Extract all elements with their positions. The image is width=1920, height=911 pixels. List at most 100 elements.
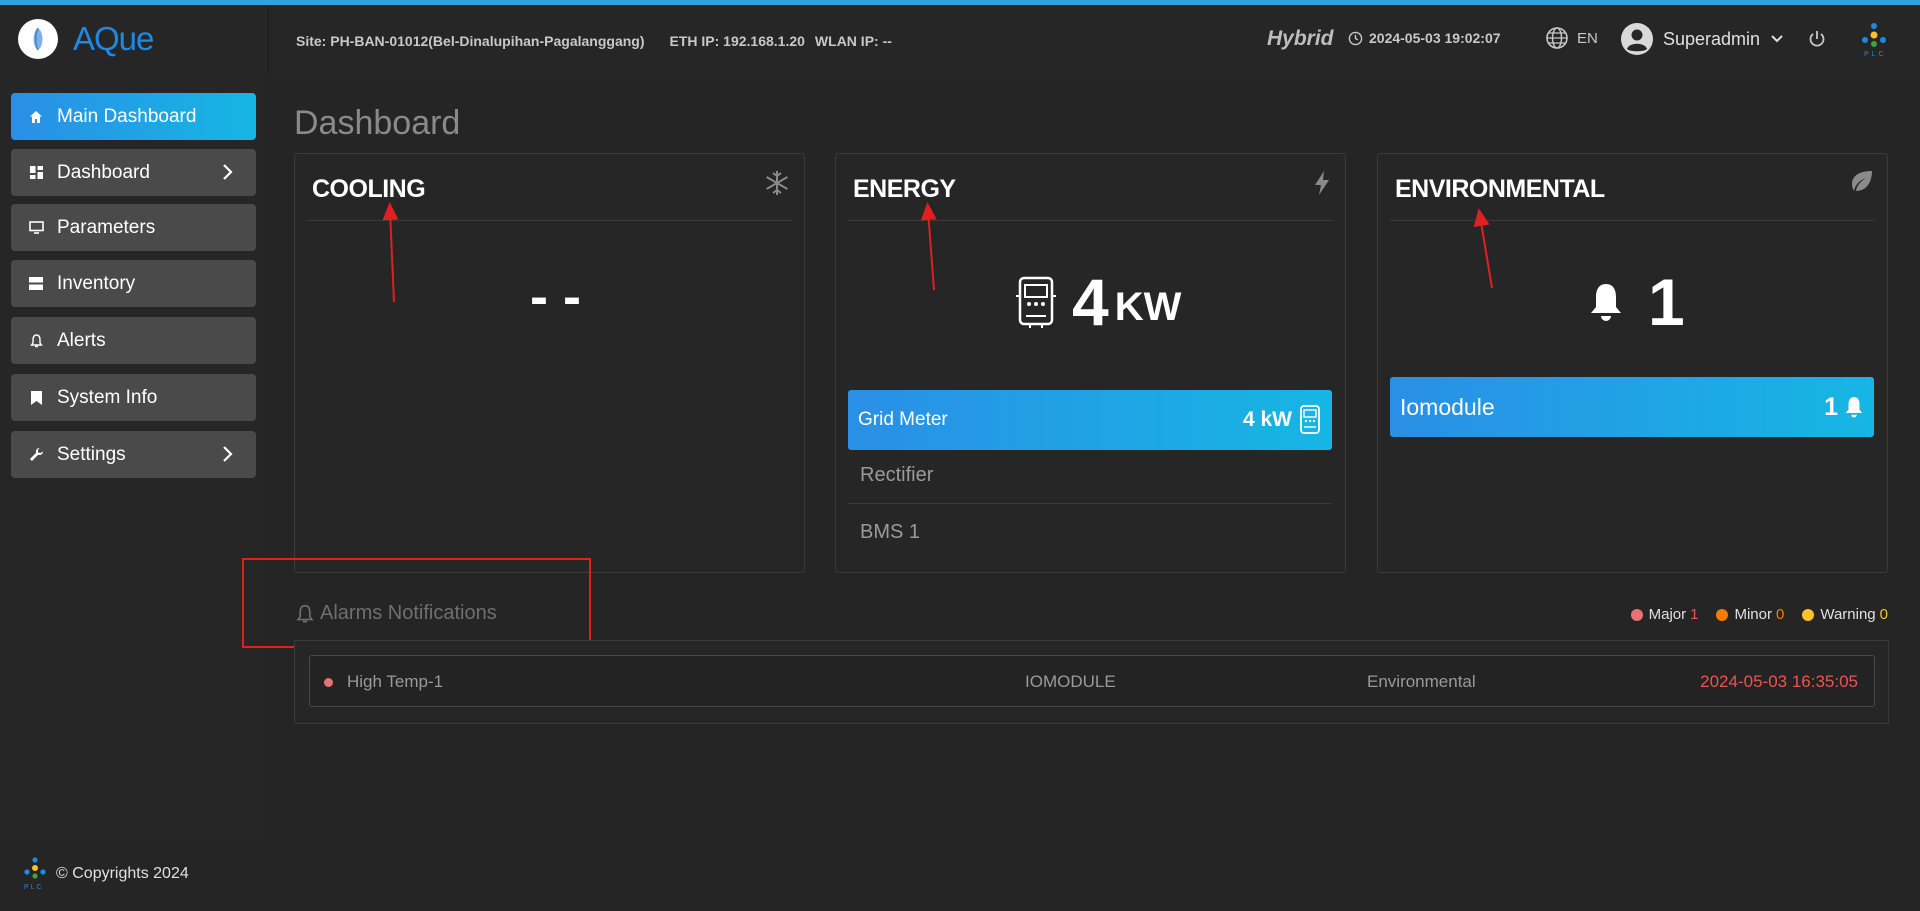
svg-text:PLC: PLC bbox=[24, 884, 44, 891]
brand-logo[interactable]: AQue bbox=[18, 19, 154, 59]
user-avatar-icon bbox=[1621, 23, 1653, 55]
energy-card[interactable]: ENERGY 4 KW Grid Meter 4 kW Rectifier BM… bbox=[835, 153, 1346, 573]
major-dot bbox=[1630, 608, 1643, 621]
meter-icon bbox=[1016, 276, 1056, 328]
alarm-name: High Temp-1 bbox=[347, 672, 444, 691]
wrench-icon bbox=[27, 446, 45, 464]
card-divider bbox=[848, 220, 1333, 221]
header-divider bbox=[268, 5, 269, 74]
sidebar-item-parameters[interactable]: Parameters bbox=[11, 204, 256, 251]
site-info: Site: PH-BAN-01012(Bel-Dinalupihan-Pagal… bbox=[296, 33, 892, 49]
home-icon bbox=[27, 108, 45, 126]
user-menu[interactable]: Superadmin bbox=[1621, 23, 1784, 55]
legend-count: 1 bbox=[1690, 606, 1699, 623]
monitor-icon bbox=[27, 219, 45, 237]
clock-icon bbox=[1348, 31, 1363, 45]
user-name: Superadmin bbox=[1663, 28, 1761, 49]
legend-major[interactable]: Major 1 bbox=[1630, 606, 1699, 623]
sidebar-item-label: Dashboard bbox=[57, 161, 150, 183]
eth-ip: ETH IP: 192.168.1.20 bbox=[669, 33, 805, 49]
plc-caption: PLC bbox=[1864, 51, 1887, 58]
site-label: Site: PH-BAN-01012(Bel-Dinalupihan-Pagal… bbox=[296, 33, 645, 49]
leaf-icon bbox=[1851, 170, 1873, 197]
chevron-right-icon bbox=[223, 446, 233, 462]
chevron-down-icon bbox=[1771, 35, 1783, 43]
sidebar-item-alerts[interactable]: Alerts bbox=[11, 317, 256, 364]
row-label: Grid Meter bbox=[858, 409, 948, 430]
sidebar: Main Dashboard Dashboard Parameters Inve… bbox=[0, 74, 264, 841]
card-title: ENVIRONMENTAL bbox=[1395, 175, 1605, 203]
legend-count: 0 bbox=[1776, 606, 1785, 623]
bell-icon bbox=[1845, 397, 1863, 418]
sidebar-item-dashboard[interactable]: Dashboard bbox=[11, 149, 256, 196]
footer: PLC © Copyrights 2024 bbox=[22, 856, 189, 892]
environmental-value: 1 bbox=[1588, 264, 1685, 340]
page-title: Dashboard bbox=[294, 104, 461, 142]
card-title: ENERGY bbox=[853, 175, 956, 203]
alarm-list: High Temp-1 IOMODULE Environmental 2024-… bbox=[294, 640, 1889, 724]
legend-label: Warning bbox=[1820, 606, 1876, 623]
warning-dot bbox=[1802, 608, 1815, 621]
meter-icon bbox=[1300, 405, 1320, 434]
environmental-card[interactable]: ENVIRONMENTAL 1 Iomodule 1 bbox=[1377, 153, 1888, 573]
severity-dot bbox=[324, 678, 333, 687]
brand-name: AQue bbox=[73, 20, 154, 57]
mode-label: Hybrid bbox=[1267, 27, 1334, 50]
annotation-highlight-box bbox=[242, 558, 591, 648]
bell-icon bbox=[1591, 284, 1621, 321]
sidebar-item-label: Inventory bbox=[57, 272, 136, 294]
sidebar-item-main-dashboard[interactable]: Main Dashboard bbox=[11, 93, 256, 140]
power-button[interactable] bbox=[1808, 29, 1826, 54]
card-title: COOLING bbox=[312, 175, 426, 203]
row-value: 1 bbox=[1824, 393, 1864, 422]
card-divider bbox=[1390, 220, 1875, 221]
sidebar-item-inventory[interactable]: Inventory bbox=[11, 260, 256, 307]
bookmark-icon bbox=[27, 389, 45, 407]
clock: 2024-05-03 19:02:07 bbox=[1348, 30, 1501, 46]
plc-logo-icon: PLC bbox=[24, 857, 46, 891]
row-label: Iomodule bbox=[1400, 393, 1495, 420]
alarm-category: Environmental bbox=[1367, 672, 1476, 691]
sidebar-item-system-info[interactable]: System Info bbox=[11, 374, 256, 421]
sidebar-item-label: Settings bbox=[57, 443, 126, 465]
bolt-icon bbox=[1313, 170, 1331, 201]
sidebar-item-label: Parameters bbox=[57, 216, 156, 238]
energy-unit: KW bbox=[1114, 284, 1182, 329]
sidebar-item-settings[interactable]: Settings bbox=[11, 431, 256, 478]
wlan-ip: WLAN IP: -- bbox=[814, 33, 892, 49]
sidebar-item-label: System Info bbox=[57, 386, 158, 408]
alarm-row[interactable]: High Temp-1 IOMODULE Environmental 2024-… bbox=[309, 655, 1875, 707]
server-icon bbox=[27, 275, 45, 293]
logo-mark-icon bbox=[18, 19, 58, 59]
cooling-card[interactable]: COOLING - - bbox=[294, 153, 805, 573]
legend-minor[interactable]: Minor 0 bbox=[1716, 606, 1784, 623]
globe-icon bbox=[1546, 27, 1568, 49]
environmental-number: 1 bbox=[1648, 265, 1685, 339]
iomodule-count: 1 bbox=[1824, 392, 1838, 421]
grid-meter-value: 4 kW bbox=[1242, 408, 1292, 431]
rectifier-row[interactable]: Rectifier bbox=[848, 448, 1332, 504]
bell-icon bbox=[27, 332, 45, 350]
chevron-right-icon bbox=[223, 164, 233, 180]
power-icon bbox=[1809, 31, 1825, 47]
minor-dot bbox=[1716, 608, 1729, 621]
legend-label: Major bbox=[1648, 606, 1687, 623]
legend-label: Minor bbox=[1734, 606, 1772, 623]
card-divider bbox=[307, 220, 792, 221]
grid-meter-row[interactable]: Grid Meter 4 kW bbox=[848, 390, 1332, 450]
sidebar-item-label: Alerts bbox=[57, 329, 106, 351]
bms-1-row[interactable]: BMS 1 bbox=[848, 504, 1332, 560]
datetime: 2024-05-03 19:02:07 bbox=[1369, 30, 1501, 46]
energy-value: 4 KW bbox=[1016, 264, 1181, 340]
language-selector[interactable]: EN bbox=[1545, 26, 1598, 50]
language-label: EN bbox=[1577, 29, 1598, 47]
legend-warning[interactable]: Warning 0 bbox=[1802, 606, 1888, 623]
snowflake-icon bbox=[764, 170, 790, 201]
grid-icon bbox=[27, 164, 45, 182]
alarm-time: 2024-05-03 16:35:05 bbox=[1700, 672, 1858, 691]
plc-logo: PLC bbox=[1858, 21, 1890, 64]
energy-number: 4 bbox=[1072, 265, 1109, 339]
iomodule-row[interactable]: Iomodule 1 bbox=[1390, 377, 1874, 437]
alarm-legend: Major 1 Minor 0 Warning 0 bbox=[1630, 606, 1888, 623]
legend-count: 0 bbox=[1879, 606, 1888, 623]
